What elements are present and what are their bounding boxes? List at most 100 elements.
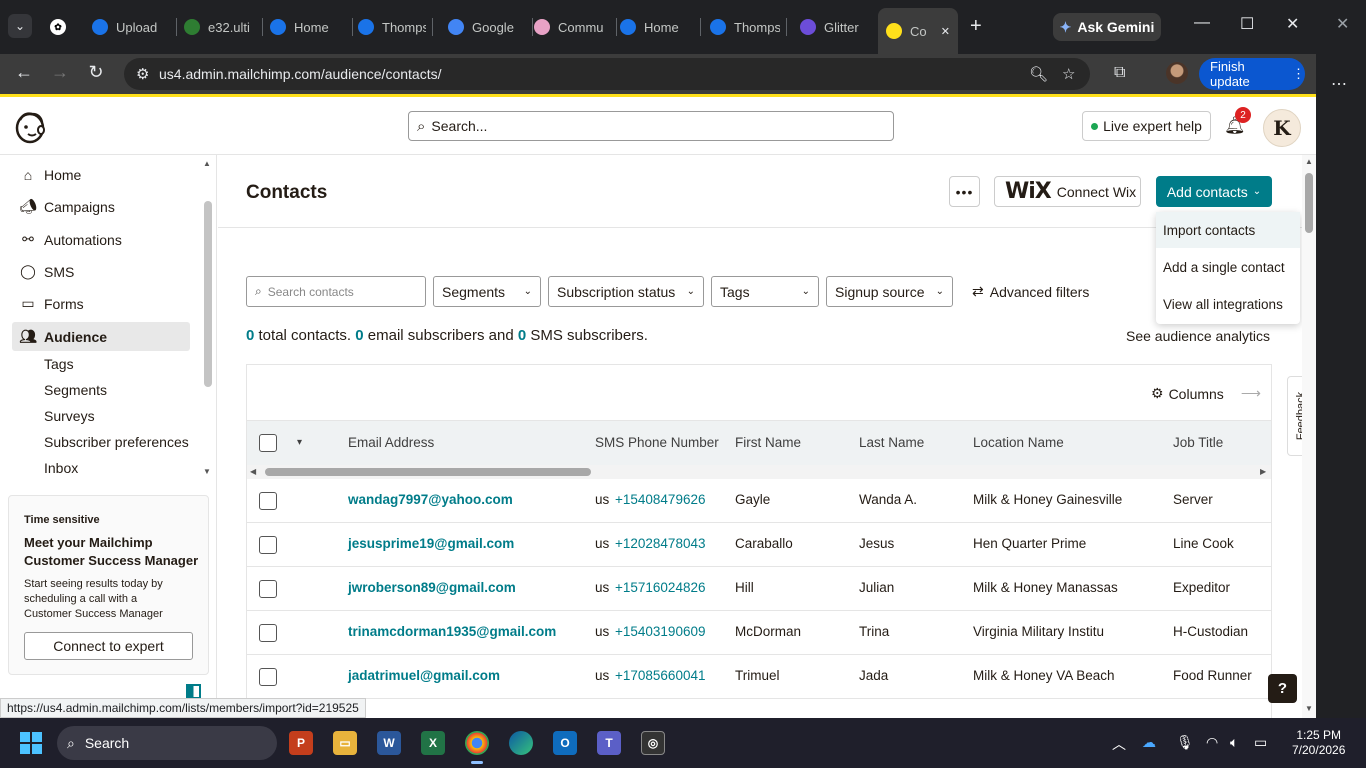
zoom-icon[interactable]: 🔍︎: [1029, 65, 1048, 83]
browser-tab[interactable]: e32.ulti: [184, 12, 256, 42]
scroll-down-icon[interactable]: ▼: [203, 467, 211, 476]
menu-item-add-single-contact[interactable]: Add a single contact: [1156, 249, 1300, 285]
pinned-tab[interactable]: ✿: [50, 12, 78, 42]
connect-wix-button[interactable]: WiX Connect Wix: [994, 176, 1141, 207]
browser-tab[interactable]: Glitter: [800, 12, 872, 42]
scroll-right-icon[interactable]: ▶: [1260, 467, 1266, 476]
reload-icon[interactable]: ↻: [84, 62, 108, 83]
sidebar-subitem-inbox[interactable]: Inbox: [44, 460, 78, 476]
extensions-icon[interactable]: ⧉: [1114, 64, 1125, 82]
row-checkbox[interactable]: [259, 580, 277, 598]
row-checkbox[interactable]: [259, 536, 277, 554]
connect-to-expert-button[interactable]: Connect to expert: [24, 632, 193, 660]
ask-gemini-button[interactable]: ✦ Ask Gemini: [1053, 13, 1161, 41]
cell-phone[interactable]: +15408479626: [615, 492, 705, 507]
live-expert-help-button[interactable]: Live expert help: [1082, 111, 1211, 141]
columns-button[interactable]: ⚙ Columns ⟶: [1151, 385, 1261, 402]
table-row[interactable]: jadatrimuel@gmail.com us +17085660041 Trimu…: [247, 655, 1271, 699]
finish-update-button[interactable]: Finish update ⋮: [1199, 58, 1305, 90]
subscription-status-dropdown[interactable]: Subscription status ⌄: [548, 276, 704, 307]
site-info-icon[interactable]: ⚙: [136, 65, 149, 83]
widget-icon[interactable]: [186, 684, 201, 699]
table-row[interactable]: trinamcdorman1935@gmail.com us +1540319060…: [247, 611, 1271, 655]
close-icon-secondary[interactable]: ✕: [1336, 14, 1349, 34]
minimize-icon[interactable]: —: [1194, 14, 1210, 32]
microphone-icon[interactable]: 🎙︎: [1176, 734, 1194, 751]
maximize-icon[interactable]: ☐: [1240, 14, 1254, 34]
browser-tab[interactable]: Google: [448, 12, 526, 42]
cell-email[interactable]: jesusprime19@gmail.com: [348, 536, 514, 551]
close-icon[interactable]: ✕: [1286, 14, 1299, 34]
scroll-up-icon[interactable]: ▲: [203, 159, 211, 168]
new-tab-button[interactable]: +: [970, 16, 982, 36]
row-checkbox[interactable]: [259, 492, 277, 510]
taskbar-clock[interactable]: 1:25 PM 7/20/2026: [1292, 728, 1345, 758]
teams-icon[interactable]: T: [597, 731, 621, 755]
browser-tab[interactable]: Home: [270, 12, 346, 42]
add-contacts-button[interactable]: Add contacts ⌄: [1156, 176, 1272, 207]
col-last-name[interactable]: Last Name: [859, 435, 924, 450]
sidebar-item-forms[interactable]: ▭ Forms: [12, 289, 190, 318]
excel-icon[interactable]: X: [421, 731, 445, 755]
browser-tab[interactable]: Upload: [92, 12, 170, 42]
cell-phone[interactable]: +12028478043: [615, 536, 705, 551]
file-explorer-icon[interactable]: ▭: [333, 731, 357, 755]
address-bar[interactable]: ⚙ us4.admin.mailchimp.com/audience/conta…: [124, 58, 1090, 90]
col-email-address[interactable]: Email Address: [348, 435, 434, 450]
scroll-left-icon[interactable]: ◀: [250, 467, 256, 476]
page-scroll-thumb[interactable]: [1305, 173, 1313, 233]
col-sms-phone[interactable]: SMS Phone Number: [595, 435, 719, 450]
browser-tab[interactable]: Home: [620, 12, 694, 42]
sidebar-subitem-surveys[interactable]: Surveys: [44, 408, 95, 424]
word-icon[interactable]: W: [377, 731, 401, 755]
browser-tab[interactable]: Thomps: [358, 12, 426, 42]
see-audience-analytics-link[interactable]: See audience analytics: [1126, 328, 1270, 344]
cell-email[interactable]: trinamcdorman1935@gmail.com: [348, 624, 556, 639]
page-scrollbar[interactable]: ▲ ▼: [1302, 155, 1316, 718]
profile-avatar[interactable]: [1166, 62, 1188, 84]
row-checkbox[interactable]: [259, 624, 277, 642]
volume-icon[interactable]: 🔈︎: [1230, 734, 1238, 751]
advanced-filters-button[interactable]: ⇄ Advanced filters: [972, 283, 1089, 300]
user-avatar[interactable]: K: [1263, 109, 1301, 147]
row-checkbox[interactable]: [259, 668, 277, 686]
mailchimp-logo-icon[interactable]: [14, 110, 46, 144]
select-all-checkbox[interactable]: [259, 434, 277, 452]
cell-phone[interactable]: +15716024826: [615, 580, 705, 595]
cell-phone[interactable]: +15403190609: [615, 624, 705, 639]
wifi-icon[interactable]: ◠: [1206, 734, 1218, 751]
search-contacts-input[interactable]: ⌕ Search contacts: [246, 276, 426, 307]
back-icon[interactable]: ←: [12, 62, 36, 83]
windows-start-icon[interactable]: [20, 732, 42, 754]
cell-email[interactable]: wandag7997@yahoo.com: [348, 492, 513, 507]
menu-icon[interactable]: ⋯: [1331, 74, 1347, 94]
app-icon[interactable]: ◎: [641, 731, 665, 755]
browser-tab[interactable]: Thomps: [710, 12, 780, 42]
onedrive-icon[interactable]: ☁: [1142, 734, 1156, 751]
sidebar-subitem-subscriber-preferences[interactable]: Subscriber preferences: [44, 434, 189, 450]
forward-icon[interactable]: →: [48, 62, 72, 83]
sidebar-item-campaigns[interactable]: 📣︎ Campaigns: [12, 192, 190, 221]
sidebar-item-home[interactable]: ⌂ Home: [12, 160, 190, 189]
tray-chevron-icon[interactable]: ︿: [1112, 734, 1126, 754]
close-tab-icon[interactable]: ✕: [941, 25, 950, 38]
horizontal-scrollbar[interactable]: ◀ ▶: [247, 465, 1271, 479]
taskbar-search[interactable]: ⌕ Search: [57, 726, 277, 760]
help-button[interactable]: ?: [1268, 674, 1297, 703]
scroll-up-icon[interactable]: ▲: [1305, 157, 1313, 166]
sidebar-item-audience[interactable]: 👥︎ Audience: [12, 322, 190, 351]
browser-tab[interactable]: Commu: [534, 12, 610, 42]
browser-tab[interactable]: Co ✕: [878, 8, 958, 54]
powerpoint-icon[interactable]: P: [289, 731, 313, 755]
sidebar-item-sms[interactable]: ◯ SMS: [12, 257, 190, 286]
bookmark-star-icon[interactable]: ☆: [1062, 65, 1075, 83]
cell-email[interactable]: jwroberson89@gmail.com: [348, 580, 516, 595]
sidebar-subitem-segments[interactable]: Segments: [44, 382, 107, 398]
chrome-icon[interactable]: [465, 731, 489, 764]
table-row[interactable]: wandag7997@yahoo.com us +15408479626 Gayle W…: [247, 479, 1271, 523]
outlook-icon[interactable]: O: [553, 731, 577, 755]
edge-icon[interactable]: [509, 731, 533, 755]
signup-source-dropdown[interactable]: Signup source ⌄: [826, 276, 953, 307]
battery-icon[interactable]: ▭: [1254, 734, 1267, 751]
menu-item-view-integrations[interactable]: View all integrations: [1156, 286, 1300, 322]
